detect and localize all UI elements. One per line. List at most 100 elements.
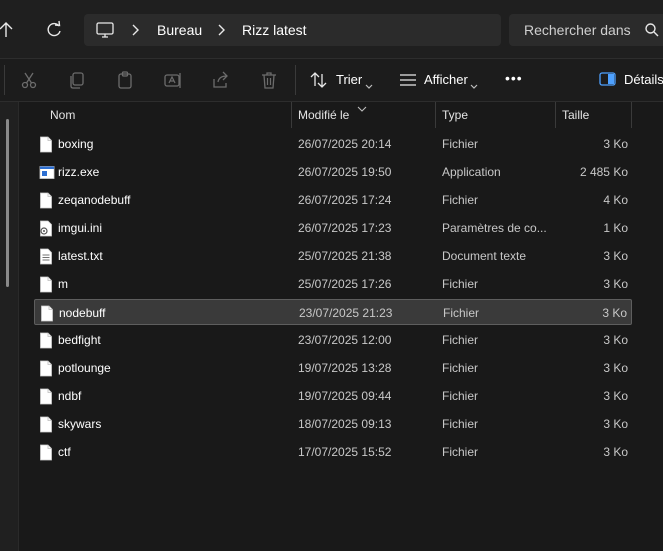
file-name: imgui.ini	[58, 221, 103, 235]
file-row[interactable]: m 25/07/2025 17:26 Fichier 3 Ko	[34, 271, 632, 297]
file-size: 3 Ko	[603, 277, 628, 291]
column-header-label: Nom	[50, 108, 76, 122]
file-name: nodebuff	[59, 306, 106, 320]
column-header-type[interactable]: Type	[435, 102, 555, 128]
chevron-down-icon	[470, 77, 478, 95]
search-icon[interactable]	[644, 22, 660, 38]
search-input[interactable]	[509, 14, 634, 46]
file-modified-date: 23/07/2025 12:00	[298, 333, 392, 347]
file-row[interactable]: skywars 18/07/2025 09:13 Fichier 3 Ko	[34, 411, 632, 437]
file-modified-date: 19/07/2025 09:44	[298, 389, 392, 403]
details-pane-icon	[599, 72, 616, 91]
address-bar[interactable]: Bureau Rizz latest	[84, 14, 501, 46]
column-divider[interactable]	[555, 102, 556, 128]
cut-icon[interactable]	[19, 70, 39, 90]
divider	[18, 102, 19, 551]
file-name: rizz.exe	[58, 165, 100, 179]
navigation-pane[interactable]	[0, 102, 18, 551]
column-header-size[interactable]: Taille	[555, 102, 663, 128]
column-header-label: Type	[442, 108, 469, 122]
command-bar: Trier Afficher ••• Détails	[0, 59, 663, 101]
file-type: Document texte	[442, 249, 527, 263]
file-type: Paramètres de co...	[442, 221, 546, 235]
search-box[interactable]	[509, 14, 663, 46]
file-modified-date: 26/07/2025 17:24	[298, 193, 392, 207]
file-type: Fichier	[442, 417, 479, 431]
file-row[interactable]: bedfight 23/07/2025 12:00 Fichier 3 Ko	[34, 327, 632, 353]
file-row[interactable]: rizz.exe 26/07/2025 19:50 Application 2 485…	[34, 159, 632, 185]
chevron-right-icon[interactable]	[130, 23, 142, 37]
file-name: zeqanodebuff	[58, 193, 131, 207]
column-header-name[interactable]: Nom	[19, 102, 291, 128]
file-row[interactable]: zeqanodebuff 26/07/2025 17:24 Fichier 4 Ko	[34, 187, 632, 213]
column-header-label: Taille	[562, 108, 590, 122]
file-icon	[40, 305, 54, 322]
file-icon	[39, 388, 53, 405]
file-size: 3 Ko	[603, 361, 628, 375]
file-size: 1 Ko	[603, 221, 628, 235]
file-row[interactable]: boxing 26/07/2025 20:14 Fichier 3 Ko	[34, 131, 632, 157]
paste-icon[interactable]	[115, 70, 135, 90]
details-pane-button[interactable]: Détails	[599, 67, 663, 93]
breadcrumb-bureau[interactable]: Bureau	[157, 22, 202, 38]
file-row[interactable]: potlounge 19/07/2025 13:28 Fichier 3 Ko	[34, 355, 632, 381]
column-header-label: Modifié le	[298, 108, 350, 122]
sort-button[interactable]: Trier	[310, 67, 380, 93]
column-divider[interactable]	[291, 102, 292, 128]
file-type: Fichier	[443, 306, 480, 320]
file-size: 2 485 Ko	[579, 165, 628, 179]
file-size: 4 Ko	[603, 193, 628, 207]
file-modified-date: 23/07/2025 21:23	[299, 306, 393, 320]
file-icon	[39, 416, 53, 433]
file-row[interactable]: imgui.ini 26/07/2025 17:23 Paramètres de c…	[34, 215, 632, 241]
file-row[interactable]: ctf 17/07/2025 15:52 Fichier 3 Ko	[34, 439, 632, 465]
file-size: 3 Ko	[603, 333, 628, 347]
file-modified-date: 19/07/2025 13:28	[298, 361, 392, 375]
details-label: Détails	[624, 72, 663, 87]
view-label: Afficher	[424, 72, 468, 87]
file-row[interactable]: latest.txt 25/07/2025 21:38 Document texte…	[34, 243, 632, 269]
settings-file-icon	[39, 220, 53, 237]
chevron-right-icon[interactable]	[216, 23, 228, 37]
breadcrumb-rizz-latest[interactable]: Rizz latest	[242, 22, 307, 38]
file-row[interactable]: nodebuff 23/07/2025 21:23 Fichier 3 Ko	[34, 299, 632, 325]
file-size: 3 Ko	[603, 137, 628, 151]
share-icon[interactable]	[211, 70, 231, 90]
delete-icon[interactable]	[259, 70, 279, 90]
file-type: Application	[442, 165, 501, 179]
file-type: Fichier	[442, 445, 479, 459]
column-divider[interactable]	[435, 102, 436, 128]
file-icon	[39, 332, 53, 349]
file-name: m	[58, 277, 68, 291]
file-icon	[39, 136, 53, 153]
refresh-icon[interactable]	[42, 18, 66, 42]
divider	[295, 65, 296, 95]
address-bar-region: Bureau Rizz latest	[0, 0, 663, 58]
copy-icon[interactable]	[67, 70, 87, 90]
divider	[4, 65, 5, 95]
column-headers: Nom Modifié le Type Taille	[19, 102, 663, 128]
file-icon	[39, 276, 53, 293]
more-icon: •••	[505, 70, 523, 86]
file-name: skywars	[58, 417, 102, 431]
column-header-modified[interactable]: Modifié le	[291, 102, 435, 128]
this-pc-icon[interactable]	[96, 21, 114, 39]
file-modified-date: 25/07/2025 21:38	[298, 249, 392, 263]
up-arrow-icon[interactable]	[0, 18, 16, 42]
file-modified-date: 25/07/2025 17:26	[298, 277, 392, 291]
file-size: 3 Ko	[603, 417, 628, 431]
rename-icon[interactable]	[163, 70, 183, 90]
sort-label: Trier	[336, 72, 363, 87]
column-divider[interactable]	[631, 102, 632, 128]
file-row[interactable]: ndbf 19/07/2025 09:44 Fichier 3 Ko	[34, 383, 632, 409]
file-icon	[39, 192, 53, 209]
file-modified-date: 26/07/2025 17:23	[298, 221, 392, 235]
chevron-down-icon	[365, 77, 373, 95]
file-type: Fichier	[442, 193, 479, 207]
navigation-scrollbar[interactable]	[6, 119, 9, 287]
more-options-button[interactable]: •••	[500, 67, 528, 93]
file-size: 3 Ko	[603, 249, 628, 263]
view-button[interactable]: Afficher	[399, 67, 481, 93]
file-type: Fichier	[442, 389, 479, 403]
file-icon	[39, 444, 53, 461]
